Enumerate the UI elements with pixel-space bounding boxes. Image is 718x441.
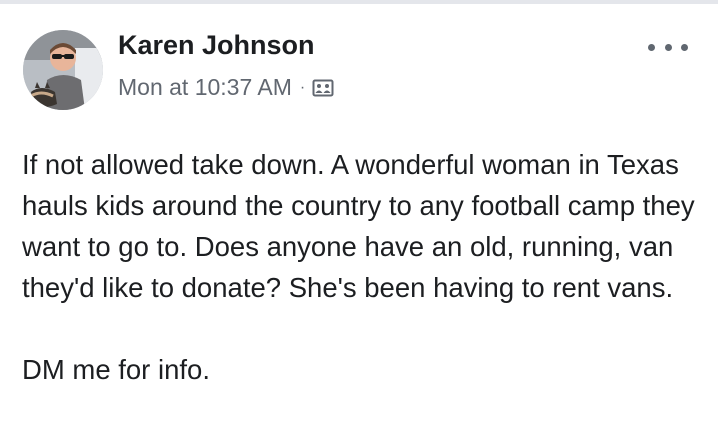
- post-body: If not allowed take down. A wonderful wo…: [22, 144, 702, 390]
- post-paragraph: DM me for info.: [22, 354, 210, 385]
- avatar-photo-icon: [23, 30, 103, 110]
- post-timestamp[interactable]: Mon at 10:37 AM: [118, 74, 292, 101]
- meta-separator: ·: [299, 78, 306, 96]
- more-dot: [664, 43, 672, 51]
- avatar[interactable]: [23, 30, 103, 110]
- privacy-group-icon[interactable]: [312, 77, 334, 99]
- post-card: Karen Johnson Mon at 10:37 AM · If not a…: [0, 4, 718, 441]
- post-paragraph: If not allowed take down. A wonderful wo…: [22, 149, 695, 303]
- more-dot: [648, 43, 655, 51]
- more-dot: [681, 43, 688, 51]
- author-name[interactable]: Karen Johnson: [118, 30, 315, 61]
- post-meta: Mon at 10:37 AM ·: [118, 74, 334, 101]
- more-options-button[interactable]: [648, 36, 688, 58]
